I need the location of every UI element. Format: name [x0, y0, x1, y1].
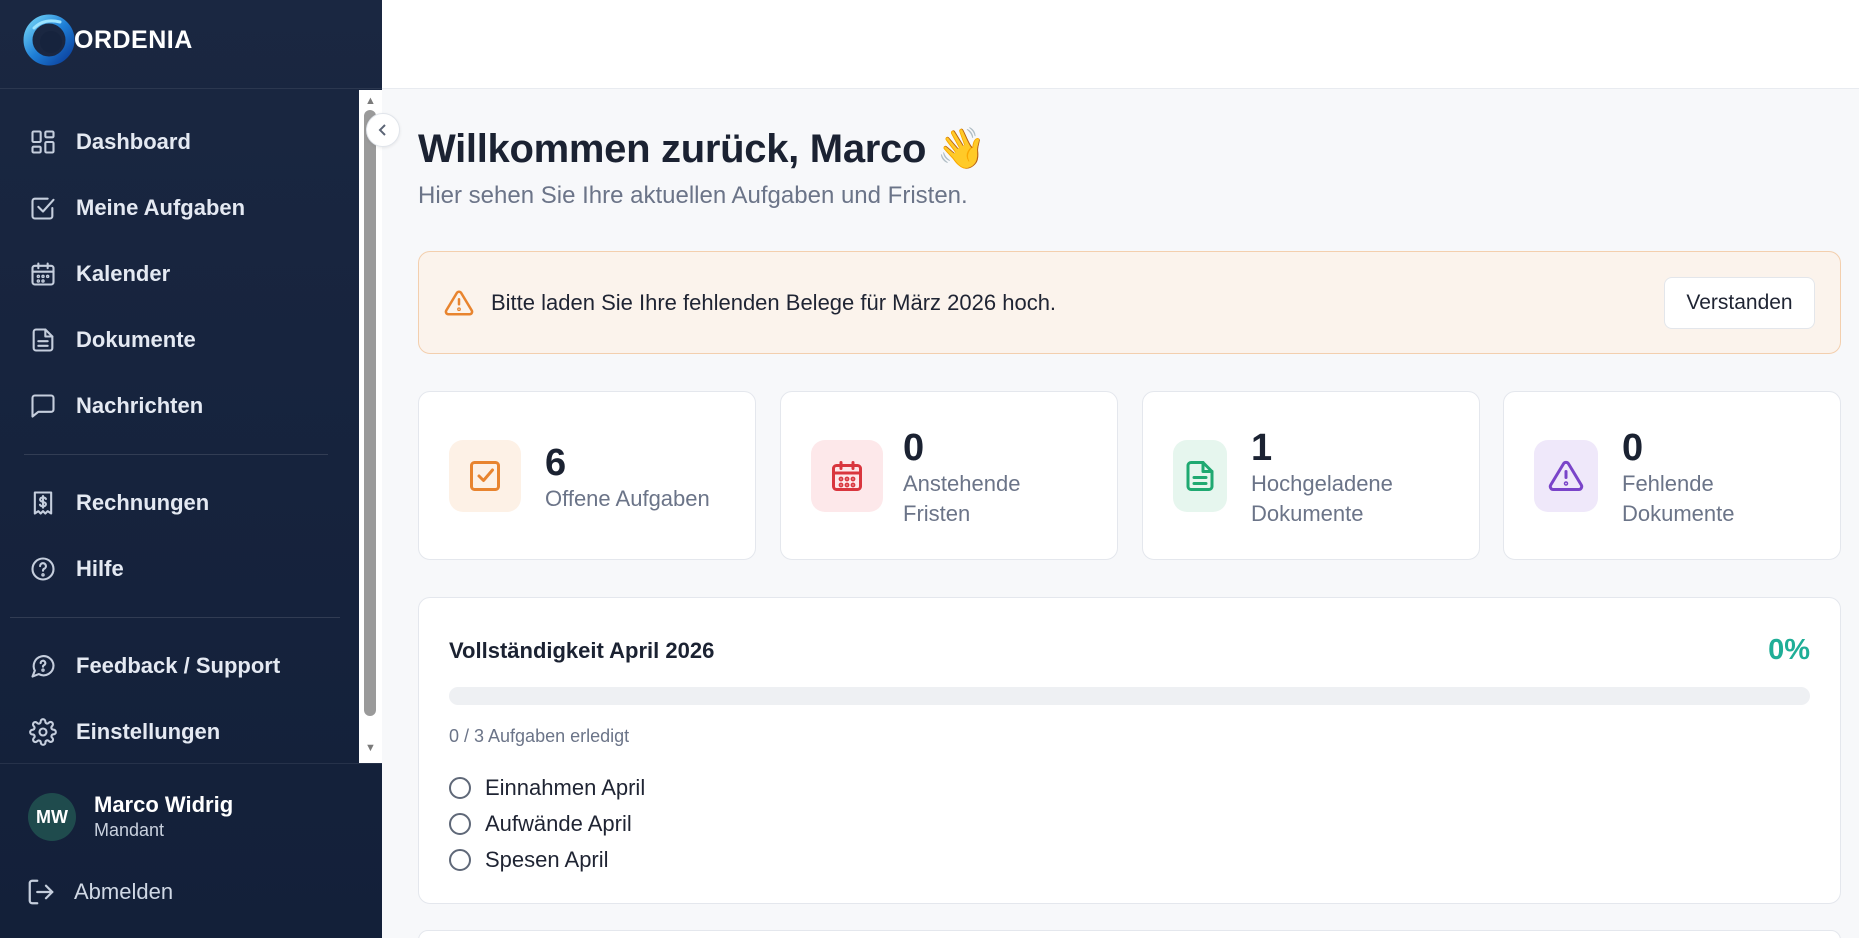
sidebar-item-label: Hilfe	[76, 556, 124, 581]
document-icon	[1173, 440, 1227, 512]
radio-circle-icon[interactable]	[449, 777, 471, 799]
task-label: Spesen April	[485, 847, 609, 872]
sidebar-item-label: Dashboard	[76, 129, 191, 154]
user-name: Marco Widrig	[94, 792, 234, 817]
calendar-icon	[811, 440, 883, 512]
logout-label: Abmelden	[74, 879, 174, 904]
top-bar	[382, 0, 1859, 89]
receipt-icon	[26, 486, 60, 520]
chevron-left-icon	[378, 124, 386, 136]
dashboard-grid-icon	[26, 125, 60, 159]
sidebar-item-label: Einstellungen	[76, 719, 221, 744]
sidebar-item-dashboard[interactable]: Dashboard	[26, 120, 346, 164]
brand-name: ORDENIA	[74, 25, 193, 54]
stat-card-upcoming-deadlines[interactable]: 0 Anstehende Fristen	[780, 391, 1118, 560]
completeness-percent: 0%	[1768, 634, 1810, 666]
gear-icon	[26, 715, 60, 749]
checkbox-icon	[449, 440, 521, 512]
logout-button[interactable]: Abmelden	[26, 872, 173, 912]
checkbox-icon	[26, 191, 60, 225]
warning-triangle-icon	[1534, 440, 1598, 512]
chat-bubble-icon	[26, 389, 60, 423]
user-role: Mandant	[94, 820, 165, 840]
progress-bar	[449, 687, 1810, 705]
sidebar-item-rechnungen[interactable]: Rechnungen	[26, 481, 346, 525]
logout-icon	[28, 879, 54, 905]
next-section-card	[418, 930, 1841, 938]
task-checklist-item[interactable]: Einnahmen April	[449, 773, 645, 803]
brand-logo[interactable]: ORDENIA	[22, 14, 193, 66]
avatar[interactable]: MW	[28, 793, 76, 841]
sidebar-item-label: Rechnungen	[76, 490, 210, 515]
completeness-card: Vollständigkeit April 2026 0% 0 / 3 Aufg…	[418, 597, 1841, 904]
stat-value: 0	[903, 427, 925, 469]
radio-circle-icon[interactable]	[449, 813, 471, 835]
logo-divider	[0, 88, 382, 89]
task-checklist-item[interactable]: Spesen April	[449, 845, 609, 875]
sidebar-item-label: Nachrichten	[76, 393, 204, 418]
page-title: Willkommen zurück, Marco 👋	[418, 127, 987, 171]
stat-value: 6	[545, 442, 567, 484]
warning-triangle-icon	[443, 288, 475, 318]
scroll-down-arrow-icon[interactable]: ▼	[364, 743, 377, 754]
task-label: Einnahmen April	[485, 775, 646, 800]
missing-receipts-alert: Bitte laden Sie Ihre fehlenden Belege fü…	[418, 251, 1841, 354]
stat-label: Hochgeladene Dokumente	[1251, 471, 1393, 526]
task-label: Aufwände April	[485, 811, 632, 836]
stat-label: Offene Aufgaben	[545, 486, 710, 511]
stat-card-missing-documents[interactable]: 0 Fehlende Dokumente	[1503, 391, 1841, 560]
tasks-done-count: 0 / 3 Aufgaben erledigt	[449, 726, 630, 746]
help-circle-icon	[26, 552, 60, 586]
stat-label: Anstehende Fristen	[903, 471, 1021, 526]
stat-value: 0	[1622, 427, 1644, 469]
sidebar-item-hilfe[interactable]: Hilfe	[26, 547, 346, 591]
sidebar: ORDENIA Dashboard Meine Aufgaben Kalende…	[0, 0, 382, 938]
calendar-icon	[26, 257, 60, 291]
sidebar-scrollbar-thumb[interactable]	[364, 110, 376, 716]
collapse-sidebar-button[interactable]	[366, 113, 400, 147]
task-checklist-item[interactable]: Aufwände April	[449, 809, 632, 839]
sidebar-item-label: Kalender	[76, 261, 171, 286]
user-profile: MW Marco Widrig Mandant Abmelden	[0, 763, 382, 938]
document-icon	[26, 323, 60, 357]
nav-divider	[24, 454, 328, 455]
support-icon	[26, 649, 60, 683]
sidebar-item-dokumente[interactable]: Dokumente	[26, 318, 346, 362]
sidebar-item-nachrichten[interactable]: Nachrichten	[26, 384, 346, 428]
radio-circle-icon[interactable]	[449, 849, 471, 871]
completeness-title: Vollständigkeit April 2026	[449, 638, 715, 663]
nav-divider	[10, 617, 340, 618]
sidebar-item-feedback-support[interactable]: Feedback / Support	[26, 644, 346, 688]
stat-label: Fehlende Dokumente	[1622, 471, 1735, 526]
ordenia-logo-icon	[22, 14, 78, 66]
page-subtitle: Hier sehen Sie Ihre aktuellen Aufgaben u…	[418, 182, 968, 209]
sidebar-item-label: Meine Aufgaben	[76, 195, 246, 220]
acknowledge-button[interactable]: Verstanden	[1664, 277, 1815, 329]
alert-message: Bitte laden Sie Ihre fehlenden Belege fü…	[491, 290, 1057, 315]
stat-card-uploaded-documents[interactable]: 1 Hochgeladene Dokumente	[1142, 391, 1480, 560]
sidebar-item-label: Feedback / Support	[76, 653, 281, 678]
sidebar-item-einstellungen[interactable]: Einstellungen	[26, 710, 346, 754]
sidebar-item-kalender[interactable]: Kalender	[26, 252, 346, 296]
stat-card-open-tasks[interactable]: 6 Offene Aufgaben	[418, 391, 756, 560]
sidebar-item-meine-aufgaben[interactable]: Meine Aufgaben	[26, 186, 346, 230]
scroll-up-arrow-icon[interactable]: ▲	[364, 96, 377, 107]
stat-value: 1	[1251, 427, 1273, 469]
sidebar-item-label: Dokumente	[76, 327, 196, 352]
